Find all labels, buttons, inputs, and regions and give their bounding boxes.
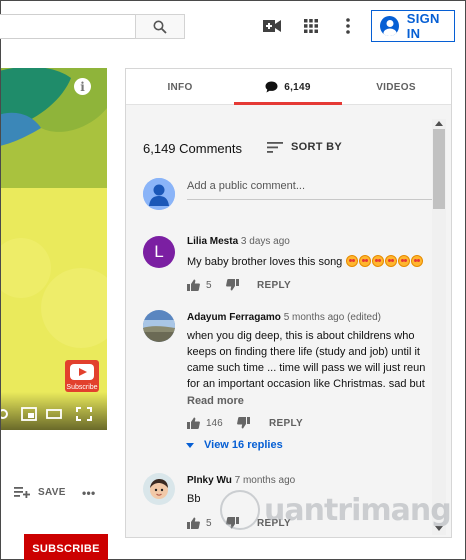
tab-videos[interactable]: VIDEOS bbox=[342, 69, 450, 105]
scrollbar-thumb[interactable] bbox=[433, 129, 445, 209]
comment-avatar[interactable] bbox=[143, 473, 175, 505]
sort-by-label: SORT BY bbox=[291, 141, 342, 153]
video-player[interactable]: i Subscribe bbox=[1, 68, 107, 430]
view-replies-button[interactable]: View 16 replies bbox=[186, 439, 283, 451]
search-button[interactable] bbox=[135, 14, 185, 39]
heart-eyes-emoji-icon bbox=[346, 255, 359, 267]
heart-eyes-emoji-icon bbox=[411, 255, 424, 267]
account-circle-icon bbox=[380, 16, 399, 36]
comment-author[interactable]: Adayum Ferragamo bbox=[187, 312, 281, 323]
view-replies-label: View 16 replies bbox=[204, 439, 283, 451]
comment-text: My baby brother loves this song bbox=[187, 254, 424, 270]
sort-icon bbox=[267, 141, 283, 153]
reply-button[interactable]: REPLY bbox=[269, 418, 303, 429]
site-watermark: uantrimang bbox=[220, 490, 452, 530]
panel-tabs: INFO 6,149 VIDEOS bbox=[126, 69, 451, 105]
like-count: 5 bbox=[206, 517, 212, 529]
comment-text: Bb bbox=[187, 493, 201, 505]
fullscreen-icon[interactable] bbox=[76, 407, 92, 421]
comment-header: Lilia Mesta 3 days ago bbox=[187, 236, 290, 247]
comment-header: PInky Wu 7 months ago bbox=[187, 475, 295, 486]
thumbs-down-icon[interactable] bbox=[225, 279, 239, 291]
user-avatar bbox=[143, 178, 175, 210]
comment-avatar[interactable]: L bbox=[143, 236, 175, 268]
tab-comments-label: 6,149 bbox=[284, 81, 311, 93]
search-icon bbox=[153, 20, 167, 34]
more-actions-button[interactable]: ••• bbox=[82, 486, 96, 500]
comment-time[interactable]: 5 months ago (edited) bbox=[284, 312, 381, 323]
heart-eyes-emoji-icon bbox=[385, 255, 398, 267]
top-bar: SIGN IN bbox=[0, 1, 465, 49]
thumbs-up-icon[interactable] bbox=[187, 417, 200, 429]
baby-photo-avatar-icon bbox=[143, 473, 175, 505]
subscribe-watermark-label: Subscribe bbox=[66, 384, 98, 391]
comment-text-content: My baby brother loves this song bbox=[187, 256, 343, 268]
scroll-up-arrow-icon[interactable] bbox=[435, 121, 443, 126]
settings-gear-icon[interactable] bbox=[1, 407, 17, 421]
like-count: 146 bbox=[206, 417, 223, 429]
theater-mode-icon[interactable] bbox=[46, 407, 62, 421]
thumbs-up-icon[interactable] bbox=[187, 279, 200, 291]
heart-eyes-emoji-icon bbox=[359, 255, 372, 267]
comment-actions: 5 bbox=[187, 279, 239, 291]
watermark-text: uantrimang bbox=[264, 492, 452, 528]
save-label: SAVE bbox=[38, 486, 66, 498]
miniplayer-icon[interactable] bbox=[21, 407, 37, 421]
read-more-link[interactable]: Read more bbox=[187, 395, 244, 407]
comment-header: Adayum Ferragamo 5 months ago (edited) bbox=[187, 312, 381, 323]
info-card-icon[interactable]: i bbox=[74, 78, 91, 95]
comments-scrollbar[interactable] bbox=[432, 119, 446, 535]
apps-grid-icon bbox=[304, 19, 318, 33]
comment-time[interactable]: 7 months ago bbox=[235, 475, 296, 486]
default-avatar-icon bbox=[143, 178, 175, 210]
chevron-down-icon bbox=[186, 442, 194, 448]
add-comment-input[interactable]: Add a public comment... bbox=[187, 180, 305, 192]
comment-avatar[interactable] bbox=[143, 310, 175, 342]
sort-by-button[interactable]: SORT BY bbox=[267, 141, 342, 153]
heart-eyes-emoji-icon bbox=[372, 255, 385, 267]
like-count: 5 bbox=[206, 279, 212, 291]
add-comment-underline bbox=[187, 199, 432, 200]
settings-menu-button[interactable] bbox=[337, 15, 359, 37]
comments-panel: INFO 6,149 VIDEOS 6,149 Comments SORT BY… bbox=[125, 68, 452, 538]
save-action[interactable]: SAVE bbox=[14, 486, 66, 498]
tab-comments[interactable]: 6,149 bbox=[234, 69, 342, 105]
comment-author[interactable]: PInky Wu bbox=[187, 475, 232, 486]
landscape-avatar-icon bbox=[143, 310, 175, 342]
comment-time[interactable]: 3 days ago bbox=[241, 236, 290, 247]
apps-button[interactable] bbox=[300, 15, 322, 37]
active-tab-indicator bbox=[234, 102, 342, 105]
create-video-button[interactable] bbox=[261, 15, 283, 37]
comment-actions: 146 bbox=[187, 417, 250, 429]
search-input[interactable] bbox=[0, 14, 135, 39]
sign-in-label: SIGN IN bbox=[406, 11, 440, 41]
video-camera-plus-icon bbox=[263, 20, 281, 32]
comment-text-line: for an important occasion like Christmas… bbox=[187, 378, 425, 390]
subscribe-watermark[interactable]: Subscribe bbox=[65, 360, 99, 392]
comment-text-line: keeps on finding there life (study and j… bbox=[187, 346, 420, 358]
subscribe-button[interactable]: SUBSCRIBE bbox=[24, 534, 108, 560]
more-vertical-icon bbox=[346, 18, 350, 34]
comments-count: 6,149 Comments bbox=[143, 141, 242, 156]
comment-text-line: when you dig deep, this is about childre… bbox=[187, 330, 415, 342]
comment-author[interactable]: Lilia Mesta bbox=[187, 236, 238, 247]
thumbs-up-icon[interactable] bbox=[187, 517, 200, 529]
sign-in-button[interactable]: SIGN IN bbox=[371, 10, 455, 42]
tab-info[interactable]: INFO bbox=[126, 69, 234, 105]
reply-button[interactable]: REPLY bbox=[257, 280, 291, 291]
watermark-logo-icon bbox=[220, 490, 260, 530]
comment-text-line: came such time ... time will pass we wil… bbox=[187, 362, 426, 374]
playlist-add-icon bbox=[14, 487, 30, 498]
youtube-play-icon bbox=[70, 364, 94, 380]
thumbs-down-icon[interactable] bbox=[236, 417, 250, 429]
heart-eyes-emoji-icon bbox=[398, 255, 411, 267]
comment-bubble-icon bbox=[265, 81, 278, 93]
